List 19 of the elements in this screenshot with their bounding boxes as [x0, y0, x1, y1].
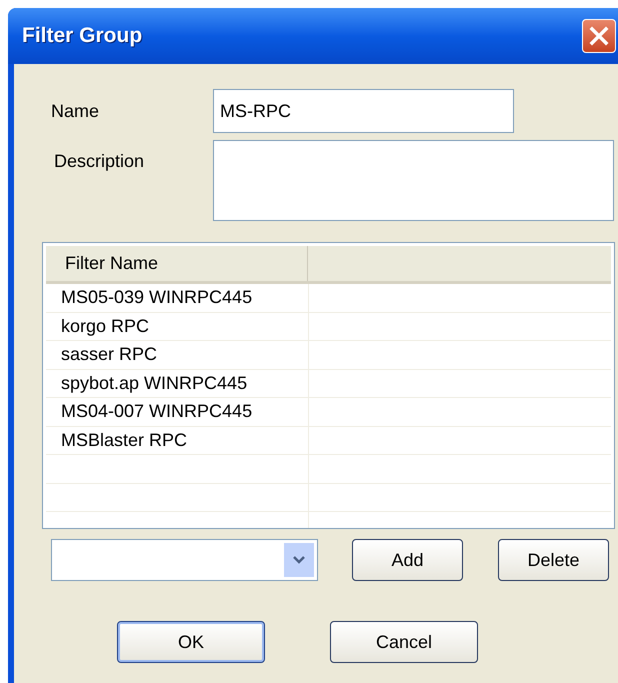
- table-cell-text: korgo RPC: [61, 314, 150, 338]
- close-button[interactable]: [582, 19, 616, 53]
- description-field[interactable]: [213, 140, 614, 221]
- description-label: Description: [53, 150, 146, 173]
- dialog-button[interactable]: Delete: [498, 539, 609, 581]
- table-cell-text: MSBlaster RPC: [61, 428, 188, 452]
- close-icon: [589, 26, 609, 46]
- table-cell-text: MS05-039 WINRPC445: [61, 286, 252, 310]
- name-field[interactable]: MS-RPC: [213, 89, 514, 133]
- table-cell-text: sasser RPC: [61, 343, 158, 366]
- window-title: Filter Group: [22, 23, 144, 50]
- dialog-button[interactable]: OK: [117, 621, 265, 663]
- name-label: Name: [51, 100, 100, 122]
- chevron-down-icon: [292, 555, 306, 565]
- table-cell-text: spybot.ap WINRPC445: [61, 372, 248, 395]
- dialog-button[interactable]: Cancel: [330, 621, 478, 663]
- table-cell-text: MS04-007 WINRPC445: [61, 400, 252, 424]
- dialog-button[interactable]: Add: [352, 539, 463, 581]
- filter-dropdown[interactable]: [51, 539, 318, 581]
